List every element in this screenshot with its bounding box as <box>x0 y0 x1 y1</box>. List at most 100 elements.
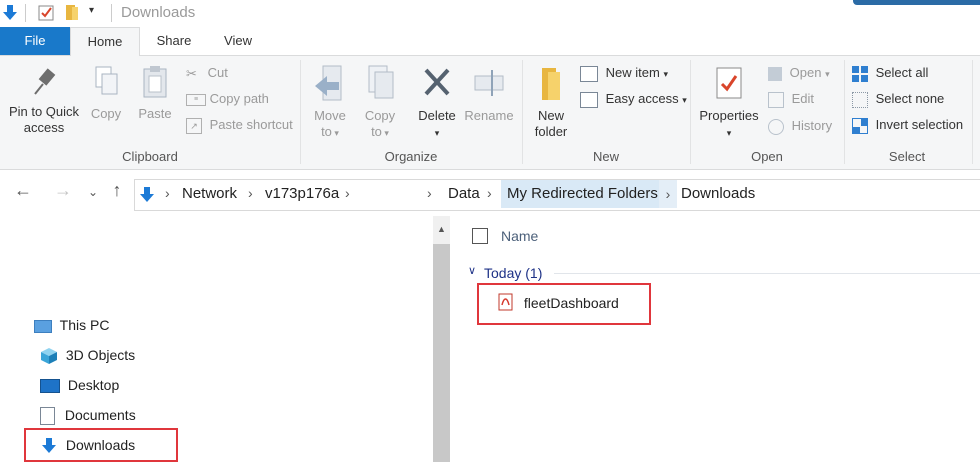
group-header-today[interactable]: Today (1) <box>484 265 542 281</box>
file-name: fleetDashboard <box>523 295 619 311</box>
move-to-button[interactable]: Move to ▾ <box>308 64 352 141</box>
rename-button[interactable]: Rename <box>462 64 516 124</box>
forward-arrow-icon[interactable]: → <box>52 180 74 201</box>
copy-to-label-line1: Copy <box>364 108 396 123</box>
crumb-separator-icon[interactable]: › <box>165 185 170 201</box>
nav-item-this-pc[interactable]: This PC <box>34 311 109 339</box>
easy-access-label: Easy access <box>605 91 679 106</box>
address-bar[interactable]: › Network › v173p176a › › Data › My Redi… <box>134 179 980 211</box>
paste-shortcut-button[interactable]: ↗ Paste shortcut <box>186 115 293 135</box>
nav-item-3d-objects[interactable]: 3D Objects <box>40 341 135 369</box>
shortcut-arrow-icon: ↗ <box>186 117 202 134</box>
properties-checkmark-icon[interactable] <box>38 3 56 21</box>
scroll-up-icon[interactable]: ▲ <box>437 224 446 234</box>
rename-label: Rename <box>464 108 514 123</box>
navigation-pane: This PC 3D Objects Desktop Documents Dow… <box>0 216 433 462</box>
document-icon <box>40 407 55 426</box>
group-divider <box>554 273 980 274</box>
quick-access-dropdown-icon[interactable]: ▾ <box>89 5 94 16</box>
new-item-button[interactable]: New item ▾ <box>580 63 668 83</box>
breadcrumb-downloads[interactable]: Downloads <box>681 185 755 202</box>
new-item-icon <box>580 65 598 82</box>
cut-label: Cut <box>207 65 228 80</box>
navigation-bar: ← → ⌄ ↑ › Network › v173p176a › › Data ›… <box>0 170 980 216</box>
move-to-label-line2: to <box>321 124 332 139</box>
window-frame-accent <box>853 0 980 5</box>
easy-access-button[interactable]: Easy access ▾ <box>580 89 687 109</box>
crumb-separator-icon[interactable]: › <box>345 185 350 201</box>
invert-selection-label: Invert selection <box>875 117 964 132</box>
pin-label-line2: access <box>23 120 65 135</box>
edit-button[interactable]: Edit <box>768 89 814 109</box>
select-group-label: Select <box>888 149 926 164</box>
delete-label: Delete <box>418 108 456 123</box>
title-bar: ▾ Downloads <box>0 0 980 27</box>
copy-to-label-line2: to <box>371 124 382 139</box>
tab-home[interactable]: Home <box>70 27 140 57</box>
edit-label: Edit <box>791 91 815 106</box>
paste-icon <box>143 66 167 98</box>
crumb-separator-icon[interactable]: › <box>427 185 432 201</box>
back-arrow-icon[interactable]: ← <box>12 180 34 201</box>
move-to-label-line1: Move <box>314 108 346 123</box>
crumb-separator-icon[interactable]: › <box>659 180 677 208</box>
new-folder-quick-icon[interactable] <box>64 3 82 21</box>
desktop-icon <box>40 379 60 394</box>
group-separator <box>972 60 973 164</box>
nav-item-documents[interactable]: Documents <box>40 401 136 429</box>
column-header-name[interactable]: Name <box>501 228 538 244</box>
invert-selection-button[interactable]: Invert selection <box>852 115 963 135</box>
select-none-button[interactable]: Select none <box>852 89 944 109</box>
nav-item-desktop[interactable]: Desktop <box>40 371 119 399</box>
open-button[interactable]: Open ▾ <box>768 63 830 83</box>
ribbon: Pin to Quick access Copy Paste ✂ Cut ≡ C… <box>0 56 980 170</box>
tab-file[interactable]: File <box>0 27 70 55</box>
download-arrow-icon <box>3 5 17 20</box>
select-none-label: Select none <box>875 91 945 106</box>
organize-group-label: Organize <box>384 149 438 164</box>
pdf-icon <box>498 293 513 311</box>
paste-button[interactable]: Paste <box>134 64 176 122</box>
rename-icon <box>474 70 504 96</box>
pin-to-quick-access-button[interactable]: Pin to Quick access <box>4 66 84 136</box>
crumb-separator-icon[interactable]: › <box>487 185 492 201</box>
pin-label-line1: Pin to Quick <box>8 104 80 119</box>
new-folder-label-line1: New <box>537 108 564 123</box>
breadcrumb-network[interactable]: Network <box>182 185 237 202</box>
file-row[interactable]: fleetDashboard <box>498 293 619 313</box>
window-title: Downloads <box>121 4 196 21</box>
breadcrumb-server[interactable]: v173p176a <box>265 185 339 202</box>
new-item-dropdown-icon: ▾ <box>663 69 668 79</box>
select-all-button[interactable]: Select all <box>852 63 928 83</box>
nav-item-downloads[interactable]: Downloads <box>40 431 135 459</box>
crumb-separator-icon[interactable]: › <box>248 185 253 201</box>
easy-access-icon <box>580 91 598 108</box>
cut-button[interactable]: ✂ Cut <box>186 63 228 83</box>
tab-view[interactable]: View <box>210 27 266 55</box>
group-collapse-chevron-icon[interactable]: ∨ <box>468 264 476 277</box>
open-label: Open <box>789 65 822 80</box>
properties-dropdown-icon[interactable]: ▾ <box>727 128 732 138</box>
open-dropdown-icon: ▾ <box>825 69 830 79</box>
copy-path-button[interactable]: ≡ Copy path <box>186 89 269 109</box>
copy-button[interactable]: Copy <box>86 64 126 122</box>
computer-icon <box>34 319 52 333</box>
history-button[interactable]: History <box>768 116 832 136</box>
breadcrumb-data[interactable]: Data <box>448 185 480 202</box>
recent-locations-chevron-icon[interactable]: ⌄ <box>82 185 104 199</box>
delete-dropdown-icon[interactable]: ▾ <box>435 128 440 138</box>
select-all-checkbox[interactable] <box>472 228 488 244</box>
properties-button[interactable]: Properties ▾ <box>696 64 762 141</box>
copy-to-button[interactable]: Copy to ▾ <box>358 64 402 141</box>
tab-share[interactable]: Share <box>146 27 202 55</box>
new-folder-button[interactable]: New folder <box>528 64 574 140</box>
nav-item-label: This PC <box>59 317 110 333</box>
scissors-icon: ✂ <box>186 65 197 81</box>
up-arrow-icon[interactable]: ↑ <box>106 180 128 201</box>
download-arrow-icon <box>42 438 56 454</box>
copy-path-icon: ≡ <box>186 93 206 106</box>
edit-icon <box>768 91 784 108</box>
delete-button[interactable]: Delete ▾ <box>414 64 460 141</box>
breadcrumb-my-redirected-folders[interactable]: My Redirected Folders <box>501 180 664 208</box>
scrollbar-thumb[interactable] <box>433 244 450 462</box>
